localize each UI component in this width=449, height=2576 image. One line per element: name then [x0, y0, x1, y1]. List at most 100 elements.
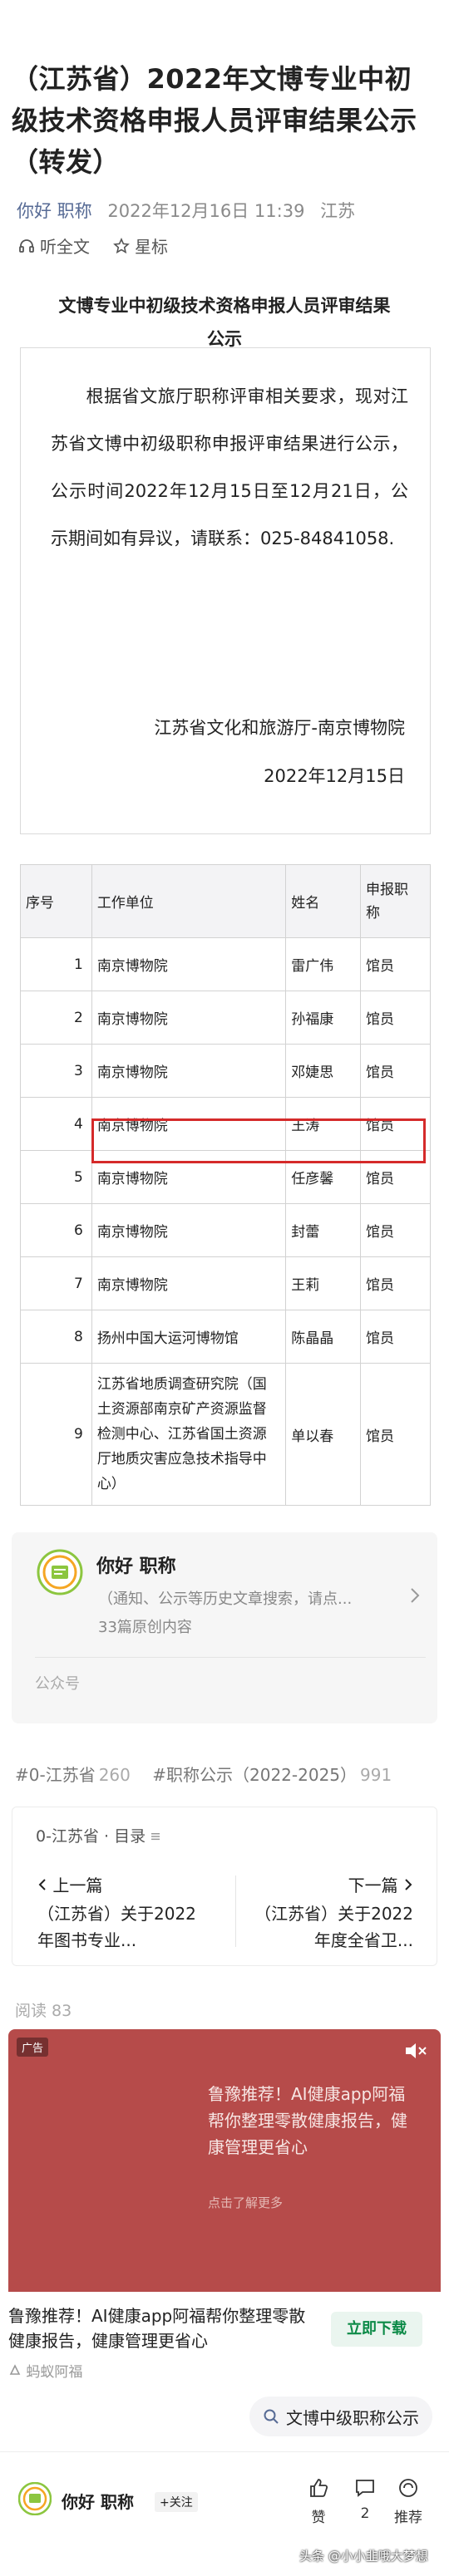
recommend-button[interactable]: 推荐	[387, 2477, 429, 2526]
recommend-label: 推荐	[394, 2510, 422, 2526]
ad-source-name: 蚂蚁阿福	[26, 2364, 83, 2381]
ad-image-text: 鲁豫推荐！AI健康app阿福帮你整理零散健康报告，健康管理更省心	[208, 2084, 407, 2157]
cell-title: 馆员	[360, 1044, 431, 1098]
notice-date: 2022年12月15日	[264, 766, 405, 786]
cell-unit: 江苏省地质调查研究院（国土资源部南京矿产资源监督检测中心、江苏省国土资源厅地质灾…	[91, 1363, 287, 1506]
account-type: 公众号	[35, 1675, 80, 1693]
notice-text: 根据省文旅厅职称评审相关要求，现对江苏省文博中初级职称申报评审结果进行公示，公示…	[51, 373, 408, 563]
account-card[interactable]: 你好 职称 （通知、公示等历史文章搜索，请点... 33篇原创内容 公众号	[12, 1532, 437, 1723]
ad-more-link[interactable]: 点击了解更多	[208, 2194, 283, 2211]
prev-article-link[interactable]: 上一篇	[37, 1872, 102, 1896]
cell-unit: 南京博物院	[91, 1203, 287, 1257]
collection-nav: 0-江苏省 · 目录 上一篇 （江苏省）关于2022年图书专业... 下一篇 （…	[12, 1807, 437, 1966]
read-count: 阅读 83	[15, 2002, 72, 2020]
account-logo-icon	[37, 1549, 83, 1595]
document-heading-line1: 文博专业中初级技术资格申报人员评审结果	[58, 296, 391, 316]
mute-icon[interactable]	[404, 2041, 427, 2061]
cell-name: 雷广伟	[285, 937, 361, 991]
comment-icon	[356, 2480, 374, 2497]
collection-directory: 目录	[114, 1827, 146, 1846]
notice-org: 江苏省文化和旅游厅-南京博物院	[154, 718, 405, 738]
account-name: 你好 职称	[96, 1556, 176, 1577]
next-label: 下一篇	[348, 1875, 398, 1895]
document-heading: 文博专业中初级技术资格申报人员评审结果 公示	[17, 289, 432, 356]
ad-source-icon	[9, 2364, 21, 2375]
next-article-link[interactable]: 下一篇	[348, 1872, 413, 1896]
source-link[interactable]: 你好 职称	[17, 201, 92, 221]
highlight-box	[91, 1118, 426, 1163]
chevron-right-icon	[405, 1879, 412, 1890]
cell-no: 1	[20, 937, 92, 991]
table-row: 3 南京博物院 邓婕思 馆员	[20, 1044, 431, 1098]
ad-headline[interactable]: 鲁豫推荐！AI健康app阿福帮你整理零散健康报告，健康管理更省心	[8, 2303, 308, 2353]
table-row: 8 扬州中国大运河博物馆 陈晶晶 馆员	[20, 1310, 431, 1364]
notice-signature: 江苏省文化和旅游厅-南京博物院 2022年12月15日	[154, 704, 405, 800]
cell-title: 馆员	[360, 937, 431, 991]
cell-no: 6	[20, 1203, 92, 1257]
prev-article-title[interactable]: （江苏省）关于2022年图书专业...	[37, 1900, 212, 1954]
cell-title: 馆员	[360, 1203, 431, 1257]
star-icon	[113, 237, 130, 253]
listen-button[interactable]: 听全文	[18, 234, 90, 258]
list-icon	[151, 1833, 160, 1841]
prev-label: 上一篇	[52, 1875, 103, 1895]
ad-image[interactable]: 广告 鲁豫推荐！AI健康app阿福帮你整理零散健康报告，健康管理更省心 点击了解…	[8, 2029, 441, 2292]
cell-name: 陈晶晶	[285, 1310, 361, 1364]
tag-item[interactable]: #0-江苏省 260	[15, 1765, 131, 1785]
follow-button[interactable]: +关注	[155, 2492, 198, 2512]
cell-name: 邓婕思	[285, 1044, 361, 1098]
publish-date: 2022年12月16日 11:39	[107, 201, 305, 221]
header-title-text: 申报职称	[366, 881, 408, 922]
results-table: 序号 工作单位 姓名 申报职称 1 南京博物院 雷广伟 馆员 2 南京博物院 孙…	[20, 864, 431, 1506]
next-article-title[interactable]: （江苏省）关于2022年度全省卫...	[239, 1900, 413, 1954]
cell-name: 孙福康	[285, 991, 361, 1045]
notice-box: 根据省文旅厅职称评审相关要求，现对江苏省文博中初级职称申报评审结果进行公示，公示…	[20, 347, 431, 834]
headphones-icon	[19, 238, 34, 253]
watermark: 头条 @小小韭哦大梦想	[299, 2549, 428, 2564]
separator-dot: ·	[104, 1827, 115, 1846]
like-label: 赞	[311, 2510, 326, 2526]
recommend-icon	[399, 2479, 417, 2497]
comment-button[interactable]: 2	[344, 2477, 386, 2522]
cell-unit: 扬州中国大运河博物馆	[91, 1310, 287, 1364]
header-title: 申报职称	[360, 864, 431, 938]
article-actions: 听全文 星标	[18, 234, 191, 258]
search-icon	[264, 2409, 279, 2424]
bottom-account-name[interactable]: 你好 职称	[62, 2489, 134, 2513]
cell-no: 9	[20, 1363, 92, 1506]
tag-item[interactable]: #职称公示（2022-2025） 991	[152, 1765, 392, 1785]
cell-name: 王莉	[285, 1256, 361, 1310]
cell-title: 馆员	[360, 991, 431, 1045]
tag-count: 991	[360, 1765, 392, 1785]
ad-source: 蚂蚁阿福	[8, 2360, 82, 2381]
cell-title: 馆员	[360, 1256, 431, 1310]
cell-name: 单以春	[285, 1363, 361, 1506]
cell-unit: 南京博物院	[91, 1256, 287, 1310]
article-meta: 你好 职称 2022年12月16日 11:39 江苏	[17, 198, 365, 223]
tag-label: #0-江苏省	[15, 1765, 96, 1785]
account-description: （通知、公示等历史文章搜索，请点...	[98, 1590, 353, 1608]
like-button[interactable]: 赞	[298, 2477, 339, 2526]
ad-download-button[interactable]: 立即下载	[331, 2312, 422, 2347]
header-name: 姓名	[285, 864, 361, 938]
cell-unit: 南京博物院	[91, 991, 287, 1045]
article-title: （江苏省）2022年文博专业中初级技术资格申报人员评审结果公示（转发）	[12, 63, 417, 178]
table-header-row: 序号 工作单位 姓名 申报职称	[20, 864, 431, 938]
cell-unit: 南京博物院	[91, 1044, 287, 1098]
cell-title: 馆员	[360, 1310, 431, 1364]
notice-body: 根据省文旅厅职称评审相关要求，现对江苏省文博中初级职称申报评审结果进行公示，公示…	[51, 386, 408, 548]
tag-count: 260	[98, 1765, 131, 1785]
avatar[interactable]	[18, 2482, 52, 2515]
collection-name: 0-江苏省	[36, 1827, 99, 1846]
table-row: 7 南京博物院 王莉 馆员	[20, 1256, 431, 1310]
collection-header[interactable]: 0-江苏省 · 目录	[36, 1824, 160, 1846]
ad-card[interactable]: 广告 鲁豫推荐！AI健康app阿福帮你整理零散健康报告，健康管理更省心 点击了解…	[8, 2029, 441, 2387]
listen-label: 听全文	[40, 237, 90, 257]
account-article-count: 33篇原创内容	[98, 1619, 192, 1636]
search-suggestion[interactable]: 文博中级职称公示	[249, 2397, 432, 2436]
bottom-bar: 你好 职称 +关注 赞 2 推荐 头条 @小小韭哦大梦想	[0, 2451, 449, 2576]
thumbs-up-icon	[310, 2479, 328, 2497]
star-button[interactable]: 星标	[113, 234, 168, 258]
tag-list: #0-江苏省 260 #职称公示（2022-2025） 991	[15, 1762, 408, 1786]
cell-no: 2	[20, 991, 92, 1045]
